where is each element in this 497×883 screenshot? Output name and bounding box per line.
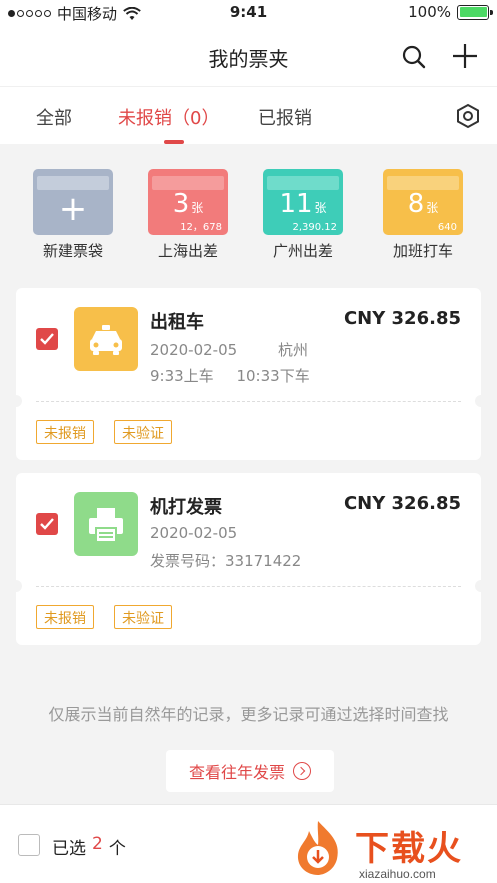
invoice-title: 机打发票 (150, 497, 222, 518)
status-badge: 未报销 (36, 420, 94, 444)
card-divider (36, 401, 461, 402)
bag-card: 8张 640 (383, 169, 463, 235)
bag-card: 11 张 2,390.12 (263, 169, 343, 235)
tab-active-indicator (164, 140, 184, 144)
tab-reimbursed[interactable]: 已报销 (258, 104, 312, 130)
bag-count: 8张 (407, 189, 439, 219)
battery-percent: 100% (408, 3, 451, 21)
checkbox-checked-icon[interactable] (36, 513, 58, 535)
invoice-number: 发票号码：33171422 (150, 552, 302, 570)
bag-shanghai[interactable]: 3张 12，678 上海出差 (148, 165, 228, 265)
tab-unreimbursed[interactable]: 未报销（0） (118, 104, 219, 130)
new-bag-button[interactable]: + 新建票袋 (33, 165, 113, 265)
invoice-amount: CNY 326.85 (343, 493, 461, 514)
status-badge: 未验证 (114, 420, 172, 444)
bag-label: 上海出差 (157, 242, 218, 260)
status-bar: 中国移动 9:41 100% (0, 0, 497, 26)
selected-number: 2 (92, 834, 103, 854)
invoice-date: 2020-02-05 (150, 341, 238, 359)
bag-overtime-taxi[interactable]: 8张 640 加班打车 (383, 165, 463, 265)
invoice-time-line: 9:33上车 10:33下车 (150, 365, 310, 386)
invoice-date-line: 2020-02-05 杭州 (150, 339, 308, 360)
invoice-date: 2020-02-05 (150, 524, 238, 542)
flame-logo-icon (297, 821, 338, 875)
bottom-bar: 已选 2 个 下载火 xiazaihuo.com (0, 804, 497, 883)
watermark: 下载火 xiazaihuo.com (287, 815, 487, 883)
watermark-text: 下载火 (355, 829, 463, 869)
ticket-bags: + 新建票袋 3张 12，678 上海出差 11 张 2,390.12 广州出差 … (0, 165, 497, 270)
bag-card: + (33, 169, 113, 235)
nav-bar: 我的票夹 (0, 26, 497, 86)
card-divider (36, 586, 461, 587)
status-badge: 未验证 (114, 605, 172, 629)
invoice-city: 杭州 (277, 341, 308, 359)
card-notch-left (10, 395, 22, 407)
printer-icon (74, 492, 138, 556)
invoice-amount: CNY 326.85 (343, 308, 461, 329)
checkbox-checked-icon[interactable] (36, 328, 58, 350)
bag-guangzhou[interactable]: 11 张 2,390.12 广州出差 (263, 165, 343, 265)
bag-card: 3张 12，678 (148, 169, 228, 235)
card-notch-right (475, 395, 487, 407)
select-all-checkbox[interactable] (18, 834, 40, 856)
invoice-card[interactable]: 出租车 CNY 326.85 2020-02-05 杭州 9:33上车 10:3… (10, 288, 487, 460)
chevron-right-circle-icon (293, 762, 311, 780)
bag-count: 11 张 (279, 189, 327, 219)
selected-suffix: 个 (108, 839, 126, 859)
selected-count: 已选 2 个 (52, 834, 126, 859)
status-right: 100% (408, 3, 493, 21)
tab-bar: 全部 未报销（0） 已报销 (0, 86, 497, 144)
record-range-note: 仅展示当前自然年的记录，更多记录可通过选择时间查找 (48, 705, 449, 724)
status-badge: 未报销 (36, 605, 94, 629)
bag-amount: 640 (437, 222, 457, 233)
plus-icon: + (58, 189, 88, 229)
invoice-alight-time: 10:33下车 (236, 367, 310, 385)
view-history-invoices-button[interactable]: 查看往年发票 (166, 750, 334, 792)
invoice-board-time: 9:33上车 (150, 367, 214, 385)
search-icon[interactable] (401, 44, 427, 70)
card-notch-left (10, 580, 22, 592)
invoice-card[interactable]: 机打发票 CNY 326.85 2020-02-05 发票号码：33171422… (10, 473, 487, 645)
bag-amount: 2,390.12 (292, 222, 337, 233)
battery-icon (457, 4, 493, 20)
bag-amount: 12，678 (180, 222, 222, 233)
bag-label: 加班打车 (392, 242, 453, 260)
invoice-title: 出租车 (150, 312, 204, 333)
add-icon[interactable] (451, 42, 479, 70)
history-button-label: 查看往年发票 (188, 763, 285, 782)
tab-all[interactable]: 全部 (36, 104, 72, 130)
selected-prefix: 已选 (52, 839, 86, 859)
card-notch-right (475, 580, 487, 592)
bag-count: 3张 (172, 189, 204, 219)
bag-label: 新建票袋 (42, 242, 103, 260)
watermark-url: xiazaihuo.com (359, 867, 436, 881)
bag-label: 广州出差 (272, 242, 333, 260)
taxi-icon (74, 307, 138, 371)
settings-icon[interactable] (455, 103, 481, 129)
